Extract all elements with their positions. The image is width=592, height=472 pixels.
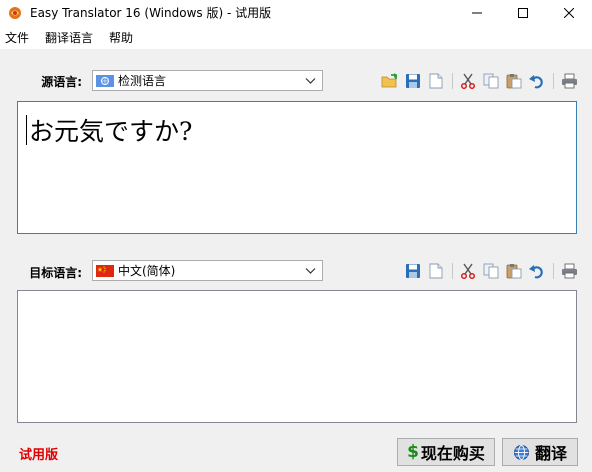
target-text bbox=[18, 291, 576, 303]
save-icon bbox=[406, 74, 420, 88]
minimize-icon bbox=[472, 12, 482, 13]
target-text-area[interactable] bbox=[17, 290, 577, 423]
copy-source-button[interactable] bbox=[482, 72, 500, 90]
close-icon bbox=[564, 7, 574, 18]
window-title: Easy Translator 16 (Windows 版) - 试用版 bbox=[30, 6, 272, 20]
source-language-select[interactable]: 检测语言 bbox=[92, 70, 323, 91]
cut-icon bbox=[460, 73, 476, 89]
new-document-icon bbox=[429, 73, 443, 89]
open-folder-icon bbox=[381, 73, 397, 88]
source-language-label: 源语言: bbox=[41, 75, 82, 89]
app-logo-icon bbox=[9, 6, 21, 19]
paste-source-button[interactable] bbox=[505, 72, 523, 90]
text-caret bbox=[26, 115, 27, 145]
target-language-value: 中文(简体) bbox=[118, 264, 176, 278]
chevron-down-icon bbox=[305, 268, 316, 274]
copy-target-button[interactable] bbox=[482, 262, 500, 280]
print-source-button[interactable] bbox=[560, 72, 578, 90]
source-text: お元気ですか? bbox=[29, 117, 193, 146]
cut-target-button[interactable] bbox=[459, 262, 477, 280]
buy-now-button[interactable]: $ 现在购买 bbox=[397, 438, 495, 466]
save-icon bbox=[406, 264, 420, 278]
menu-bar: 文件 翻译语言 帮助 bbox=[0, 25, 592, 49]
source-text-container: お元気ですか? bbox=[18, 102, 576, 148]
paste-icon bbox=[506, 74, 522, 89]
menu-translate-language[interactable]: 翻译语言 bbox=[45, 29, 93, 46]
buy-now-label: 现在购买 bbox=[420, 444, 485, 463]
paste-icon bbox=[506, 264, 522, 279]
copy-icon bbox=[483, 263, 499, 279]
window-controls bbox=[454, 0, 592, 25]
source-toolbar bbox=[381, 72, 583, 90]
source-text-area[interactable]: お元気ですか? bbox=[17, 101, 577, 234]
save-source-button[interactable] bbox=[404, 72, 422, 90]
maximize-icon bbox=[518, 7, 528, 18]
toolbar-separator bbox=[553, 263, 554, 279]
target-language-label: 目标语言: bbox=[29, 266, 82, 280]
undo-source-button[interactable] bbox=[528, 72, 546, 90]
target-language-select[interactable]: 中文(简体) bbox=[92, 260, 323, 281]
toolbar-separator bbox=[452, 73, 453, 89]
menu-help[interactable]: 帮助 bbox=[109, 29, 133, 46]
undo-target-button[interactable] bbox=[528, 262, 546, 280]
print-target-button[interactable] bbox=[560, 262, 578, 280]
new-document-icon bbox=[429, 263, 443, 279]
copy-icon bbox=[483, 73, 499, 89]
chevron-down-icon bbox=[305, 78, 316, 84]
translate-button[interactable]: 翻译 bbox=[502, 438, 578, 466]
translate-label: 翻译 bbox=[534, 444, 567, 463]
toolbar-separator bbox=[553, 73, 554, 89]
cut-icon bbox=[460, 263, 476, 279]
open-button[interactable] bbox=[381, 72, 399, 90]
minimize-button[interactable] bbox=[454, 0, 500, 25]
toolbar-separator bbox=[452, 263, 453, 279]
print-icon bbox=[561, 73, 577, 89]
trial-version-label: 试用版 bbox=[19, 448, 59, 463]
china-flag-icon bbox=[96, 264, 114, 277]
un-flag-icon bbox=[96, 74, 114, 87]
source-language-value: 检测语言 bbox=[118, 74, 167, 88]
target-toolbar bbox=[404, 262, 583, 280]
undo-icon bbox=[529, 75, 543, 89]
title-bar: Easy Translator 16 (Windows 版) - 试用版 bbox=[0, 0, 592, 25]
paste-target-button[interactable] bbox=[505, 262, 523, 280]
new-source-button[interactable] bbox=[427, 72, 445, 90]
undo-icon bbox=[529, 265, 543, 279]
maximize-button[interactable] bbox=[500, 0, 546, 25]
menu-file[interactable]: 文件 bbox=[5, 29, 29, 46]
cut-source-button[interactable] bbox=[459, 72, 477, 90]
print-icon bbox=[561, 263, 577, 279]
save-target-button[interactable] bbox=[404, 262, 422, 280]
dollar-icon: $ bbox=[407, 442, 419, 462]
new-target-button[interactable] bbox=[427, 262, 445, 280]
close-button[interactable] bbox=[546, 0, 592, 25]
globe-icon bbox=[513, 444, 529, 460]
